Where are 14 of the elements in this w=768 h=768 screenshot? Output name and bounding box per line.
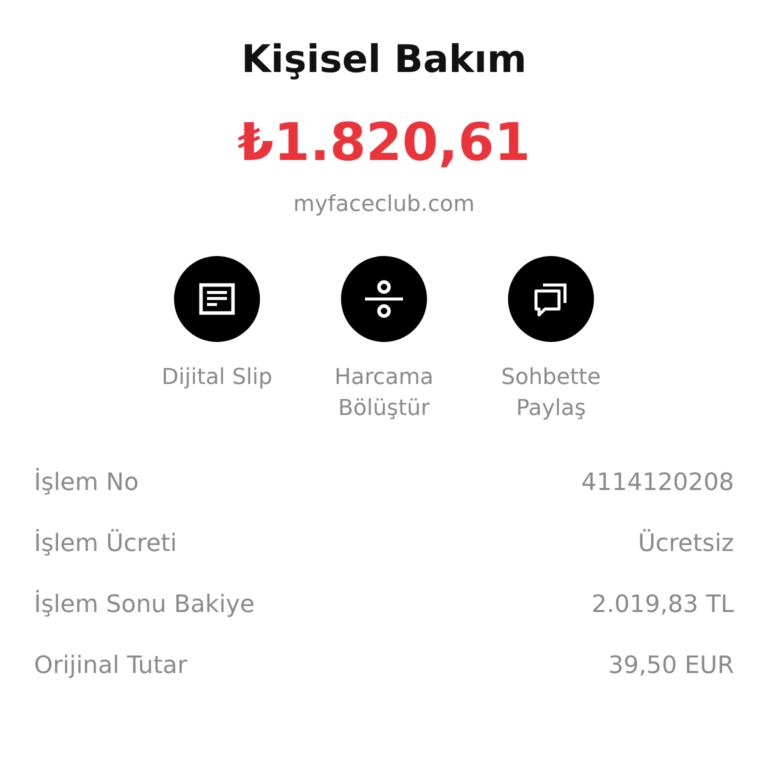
detail-value: Ücretsiz	[638, 528, 734, 559]
action-button[interactable]: Harcama Bölüştür	[312, 256, 456, 424]
action-button[interactable]: Sohbette Paylaş	[478, 256, 624, 424]
detail-label: İşlem No	[34, 467, 139, 498]
detail-value: 2.019,83 TL	[591, 589, 734, 620]
detail-value: 39,50 EUR	[608, 650, 734, 681]
amount: ₺1.820,61	[238, 112, 530, 175]
detail-label: İşlem Ücreti	[34, 528, 177, 559]
merchant-domain: myfaceclub.com	[293, 191, 475, 219]
merchant-title: Kişisel Bakım	[241, 36, 527, 83]
detail-label: İşlem Sonu Bakiye	[34, 589, 255, 620]
action-button[interactable]: Dijital Slip	[144, 256, 290, 424]
detail-label: Orijinal Tutar	[34, 650, 188, 681]
detail-value: 4114120208	[581, 467, 734, 498]
